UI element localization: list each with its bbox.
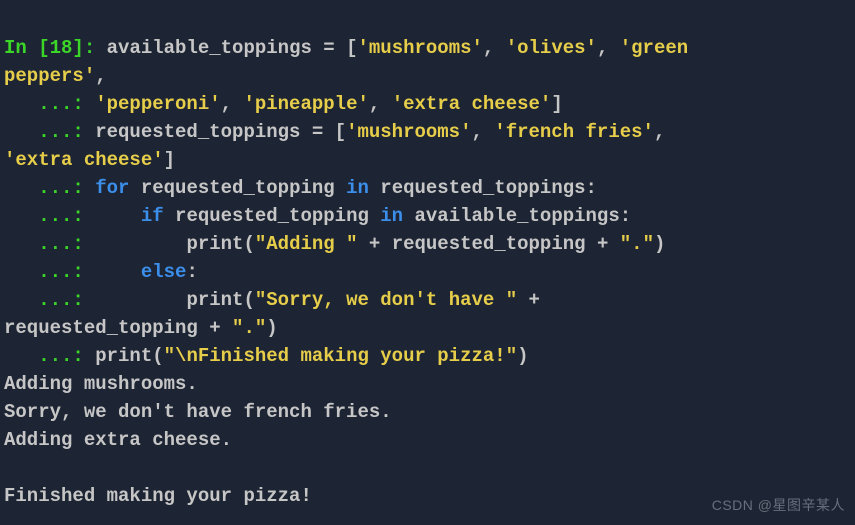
rbracket: ] [551, 93, 562, 115]
indent [95, 233, 186, 255]
in-prompt: In [18]: [4, 37, 107, 59]
str-dot2: "." [232, 317, 266, 339]
code-assign: available_toppings = [ [107, 37, 358, 59]
output-line-3: Adding extra cheese. [4, 429, 232, 451]
kw-in: in [346, 177, 369, 199]
str-pepperoni: 'pepperoni' [95, 93, 220, 115]
fn-print2: print [186, 289, 243, 311]
kw-else: else [141, 261, 187, 283]
rparen: ) [654, 233, 665, 255]
rparen: ) [517, 345, 528, 367]
id-reqtop: requested_topping [129, 177, 346, 199]
kw-for: for [95, 177, 129, 199]
output-line-2: Sorry, we don't have french fries. [4, 401, 392, 423]
indent [95, 289, 186, 311]
str-fries: 'french fries' [494, 121, 654, 143]
kw-in2: in [380, 205, 403, 227]
str-adding: "Adding " [255, 233, 358, 255]
indent [95, 261, 141, 283]
plus: + [357, 233, 391, 255]
str-mushrooms2: 'mushrooms' [346, 121, 471, 143]
id-reqtop2: requested_topping [164, 205, 381, 227]
plus2: + [209, 317, 232, 339]
id-reqtop3: requested_topping [392, 233, 586, 255]
comma: , [597, 37, 620, 59]
output-line-5: Finished making your pizza! [4, 485, 312, 507]
in-number: 18 [50, 37, 73, 59]
comma: , [369, 93, 392, 115]
cont-prompt: ...: [4, 177, 95, 199]
fn-print: print [186, 233, 243, 255]
cont-prompt: ...: [4, 121, 95, 143]
in-close: ]: [72, 37, 106, 59]
cont-prompt: ...: [4, 345, 95, 367]
code-assign-req: requested_toppings = [ [95, 121, 346, 143]
str-extra-cheese: 'extra cheese' [392, 93, 552, 115]
cont-prompt: ...: [4, 93, 95, 115]
str-pineapple: 'pineapple' [243, 93, 368, 115]
rbracket: ] [164, 149, 175, 171]
plus: + [517, 289, 551, 311]
ipython-cell: In [18]: available_toppings = ['mushroom… [4, 6, 851, 510]
str-extra-cheese2: 'extra cheese' [4, 149, 164, 171]
str-sorry: "Sorry, we don't have " [255, 289, 517, 311]
lparen: ( [243, 233, 254, 255]
rparen: ) [266, 317, 277, 339]
str-mushrooms: 'mushrooms' [357, 37, 482, 59]
str-finished: "\nFinished making your pizza!" [164, 345, 517, 367]
fn-print3: print [95, 345, 152, 367]
cont-prompt: ...: [4, 205, 95, 227]
in-label: In [ [4, 37, 50, 59]
str-olives: 'olives' [506, 37, 597, 59]
comma-trail2: , [654, 121, 677, 143]
output-line-1: Adding mushrooms. [4, 373, 198, 395]
lparen: ( [152, 345, 163, 367]
cont-prompt: ...: [4, 233, 95, 255]
comma: , [471, 121, 494, 143]
plus: + [586, 233, 620, 255]
lparen: ( [243, 289, 254, 311]
str-greenpeppers-b: peppers' [4, 65, 95, 87]
comma: , [483, 37, 506, 59]
id-reqtop4a: requested_topping [4, 317, 209, 339]
id-reqtops: requested_toppings: [369, 177, 597, 199]
str-greenpeppers-a: 'green [620, 37, 700, 59]
str-dot: "." [620, 233, 654, 255]
id-availtops: available_toppings: [403, 205, 631, 227]
kw-if: if [141, 205, 164, 227]
colon: : [186, 261, 197, 283]
comma: , [221, 93, 244, 115]
indent [95, 205, 141, 227]
cont-prompt: ...: [4, 261, 95, 283]
comma-trail: , [95, 65, 106, 87]
cont-prompt: ...: [4, 289, 95, 311]
watermark: CSDN @星图辛某人 [712, 491, 845, 519]
